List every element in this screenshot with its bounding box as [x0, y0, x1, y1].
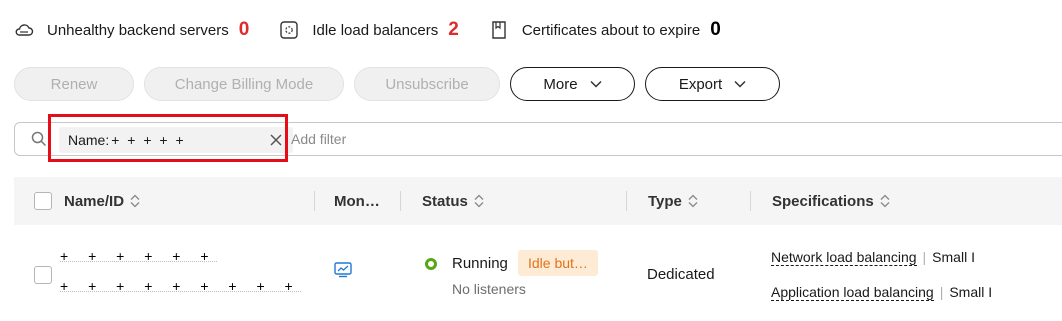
column-divider[interactable] — [750, 191, 751, 211]
spec-network: Network load balancing | Small I — [771, 249, 975, 266]
more-dropdown-button[interactable]: More — [510, 67, 635, 101]
summary-idle-value[interactable]: 2 — [448, 19, 459, 41]
idle-status-badge[interactable]: Idle but… — [518, 250, 598, 276]
renew-button[interactable]: Renew — [14, 67, 134, 101]
row-name-masked[interactable]: + + + + + + — [60, 249, 217, 263]
status-running-dot — [425, 258, 437, 270]
search-icon — [31, 131, 47, 147]
column-header-status[interactable]: Status — [422, 177, 484, 225]
column-header-type-label: Type — [648, 192, 682, 210]
row-checkbox[interactable] — [34, 266, 52, 284]
column-divider[interactable] — [400, 191, 401, 211]
certificate-icon — [489, 20, 509, 40]
table-header: Name/ID Mon… Status Type Specifications — [14, 177, 1062, 225]
annotation-highlight-box — [48, 114, 288, 162]
action-toolbar: Renew Change Billing Mode Unsubscribe Mo… — [14, 67, 780, 101]
unsubscribe-button[interactable]: Unsubscribe — [354, 67, 500, 101]
add-filter-placeholder[interactable]: Add filter — [291, 131, 346, 147]
sort-icon[interactable] — [474, 194, 484, 208]
spec-application-link[interactable]: Application load balancing — [771, 284, 934, 301]
spec-network-link[interactable]: Network load balancing — [771, 249, 917, 266]
column-divider[interactable] — [626, 191, 627, 211]
sort-icon[interactable] — [688, 194, 698, 208]
summary-unhealthy-label: Unhealthy backend servers — [47, 21, 229, 39]
export-dropdown-button[interactable]: Export — [645, 67, 780, 101]
table-row: + + + + + + + + + + + + + + + Running Id… — [14, 225, 1062, 321]
spec-application-size: Small I — [949, 284, 993, 300]
column-divider[interactable] — [314, 191, 315, 211]
cloud-server-icon — [14, 20, 34, 40]
spec-network-size: Small I — [932, 249, 975, 265]
sort-icon[interactable] — [880, 194, 890, 208]
chevron-down-icon — [734, 80, 746, 88]
listener-status-text: No listeners — [452, 281, 526, 297]
column-header-specifications[interactable]: Specifications — [772, 177, 890, 225]
export-label: Export — [678, 75, 723, 93]
summary-idle-label: Idle load balancers — [312, 21, 439, 39]
column-header-monitoring-label: Mon… — [334, 192, 380, 210]
column-header-type[interactable]: Type — [648, 177, 698, 225]
summary-certs[interactable]: Certificates about to expire 0 — [489, 19, 721, 41]
load-balancer-icon — [279, 20, 299, 40]
more-label: More — [543, 75, 578, 93]
summary-unhealthy-value[interactable]: 0 — [239, 19, 250, 41]
monitoring-chart-icon[interactable] — [334, 262, 352, 278]
elb-console-page: Unhealthy backend servers 0 Idle load ba… — [0, 0, 1062, 321]
row-id-masked: + + + + + + + + + — [60, 278, 301, 294]
sort-icon[interactable] — [130, 194, 140, 208]
status-text: Running — [452, 255, 508, 272]
summary-certs-label: Certificates about to expire — [521, 21, 701, 39]
summary-unhealthy[interactable]: Unhealthy backend servers 0 — [14, 19, 249, 41]
spec-application: Application load balancing | Small I — [771, 284, 993, 301]
summary-certs-value[interactable]: 0 — [710, 19, 721, 41]
summary-idle[interactable]: Idle load balancers 2 — [279, 19, 459, 41]
type-value: Dedicated — [647, 266, 715, 283]
column-header-name-label: Name/ID — [64, 192, 125, 210]
select-all-checkbox[interactable] — [34, 192, 52, 210]
chevron-down-icon — [590, 80, 602, 88]
column-header-status-label: Status — [422, 192, 468, 210]
column-header-specifications-label: Specifications — [772, 192, 874, 210]
column-header-name[interactable]: Name/ID — [64, 177, 140, 225]
change-billing-mode-button[interactable]: Change Billing Mode — [144, 67, 344, 101]
summary-strip: Unhealthy backend servers 0 Idle load ba… — [14, 14, 751, 46]
column-header-monitoring[interactable]: Mon… — [334, 177, 380, 225]
